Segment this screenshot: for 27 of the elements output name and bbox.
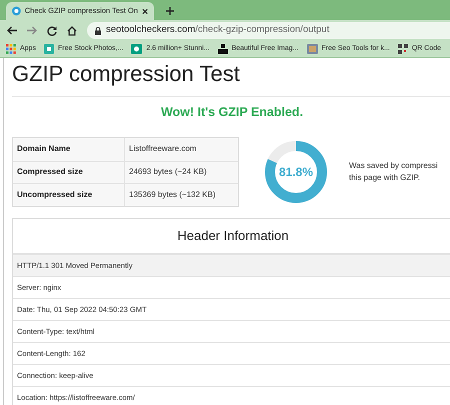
back-arrow-icon[interactable] [7,26,17,35]
site-icon [306,44,318,54]
lock-icon [95,26,101,34]
site-logo-icon [12,6,21,16]
site-icon [44,44,54,54]
new-tab-icon[interactable] [166,7,174,15]
close-icon[interactable] [142,8,148,14]
home-icon[interactable] [67,26,77,36]
saved-description: Was saved by compressi this page with GZIP. [349,160,438,184]
status-message: Wow! It's GZIP Enabled. [160,104,304,121]
site-icon [131,44,142,54]
qr-code-icon [398,44,408,54]
site-icon [218,44,228,54]
table-value: Listoffreeware.com [128,143,196,156]
reload-icon[interactable] [47,26,57,36]
panel-title: Header Information [177,227,289,245]
table-value: 24693 bytes (~24 KB) [128,166,207,178]
url-text: seotoolcheckers.com/check-gzip-compression/output [106,23,330,38]
table-value: 135369 bytes (~132 KB) [128,188,216,201]
gauge-reading: 81.8% [278,164,314,181]
forward-arrow-icon[interactable] [27,26,37,35]
table-label: Uncompressed size [13,184,125,206]
page-title: GZIP compression Test [12,60,241,88]
table-label: Domain Name [13,138,125,160]
address-field[interactable]: seotoolcheckers.com/check-gzip-compression/output [87,22,450,39]
table-label: Compressed size [13,162,125,183]
grid-icon [6,44,16,54]
